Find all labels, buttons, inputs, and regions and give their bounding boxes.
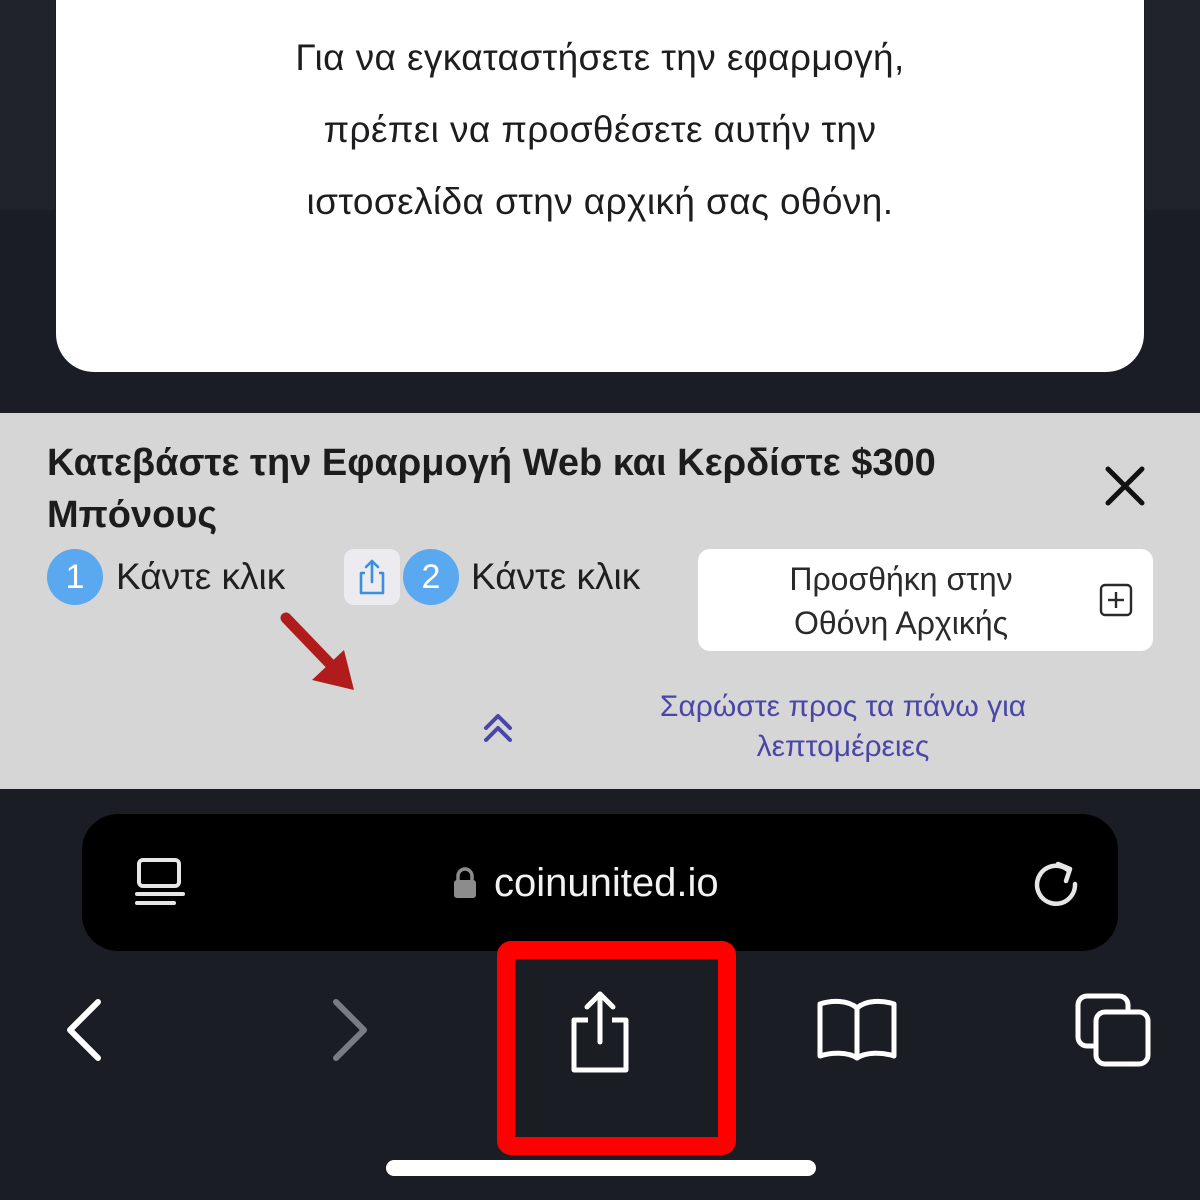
double-chevron-up-icon[interactable] [480, 708, 516, 748]
step-2-badge: 2 [403, 549, 459, 605]
step-1-badge: 1 [47, 549, 103, 605]
close-icon[interactable] [1098, 459, 1152, 513]
reload-icon[interactable] [1026, 852, 1086, 912]
book-icon[interactable] [814, 994, 900, 1064]
url-text[interactable]: coinunited.io [494, 854, 719, 912]
modal-message: Για να εγκαταστήσετε την εφαρμογή, πρέπε… [295, 37, 905, 222]
chevron-right-icon[interactable] [318, 994, 378, 1066]
arrow-down-right-icon [280, 612, 354, 690]
reader-mode-icon[interactable] [134, 856, 186, 912]
banner-title: Κατεβάστε την Εφαρμογή Web και Κερδίστε … [47, 442, 936, 536]
lock-icon [454, 867, 476, 898]
install-instructions-modal: Για να εγκαταστήσετε την εφαρμογή, πρέπε… [56, 0, 1144, 372]
share-mini-button [344, 549, 400, 605]
home-indicator[interactable] [386, 1160, 816, 1176]
share-icon [359, 559, 385, 595]
swipe-up-hint: Σαρώστε προς τα πάνω για λεπτομέρειες [659, 690, 1027, 763]
background-edge-right [1145, 0, 1200, 210]
step-2-text: Κάντε κλικ [471, 556, 641, 597]
add-to-home-screen-button[interactable]: Προσθήκη στην Οθόνη Αρχικής [698, 549, 1153, 651]
add-to-home-screen-label: Προσθήκη στην Οθόνη Αρχικής [789, 561, 1013, 641]
tabs-icon[interactable] [1072, 990, 1154, 1070]
step-1-text: Κάντε κλικ [116, 556, 286, 597]
share-button-highlight [497, 941, 736, 1155]
plus-square-icon [1099, 583, 1133, 617]
address-bar[interactable]: coinunited.io [82, 814, 1118, 951]
background-edge-left [0, 0, 55, 210]
chevron-left-icon[interactable] [56, 994, 116, 1066]
